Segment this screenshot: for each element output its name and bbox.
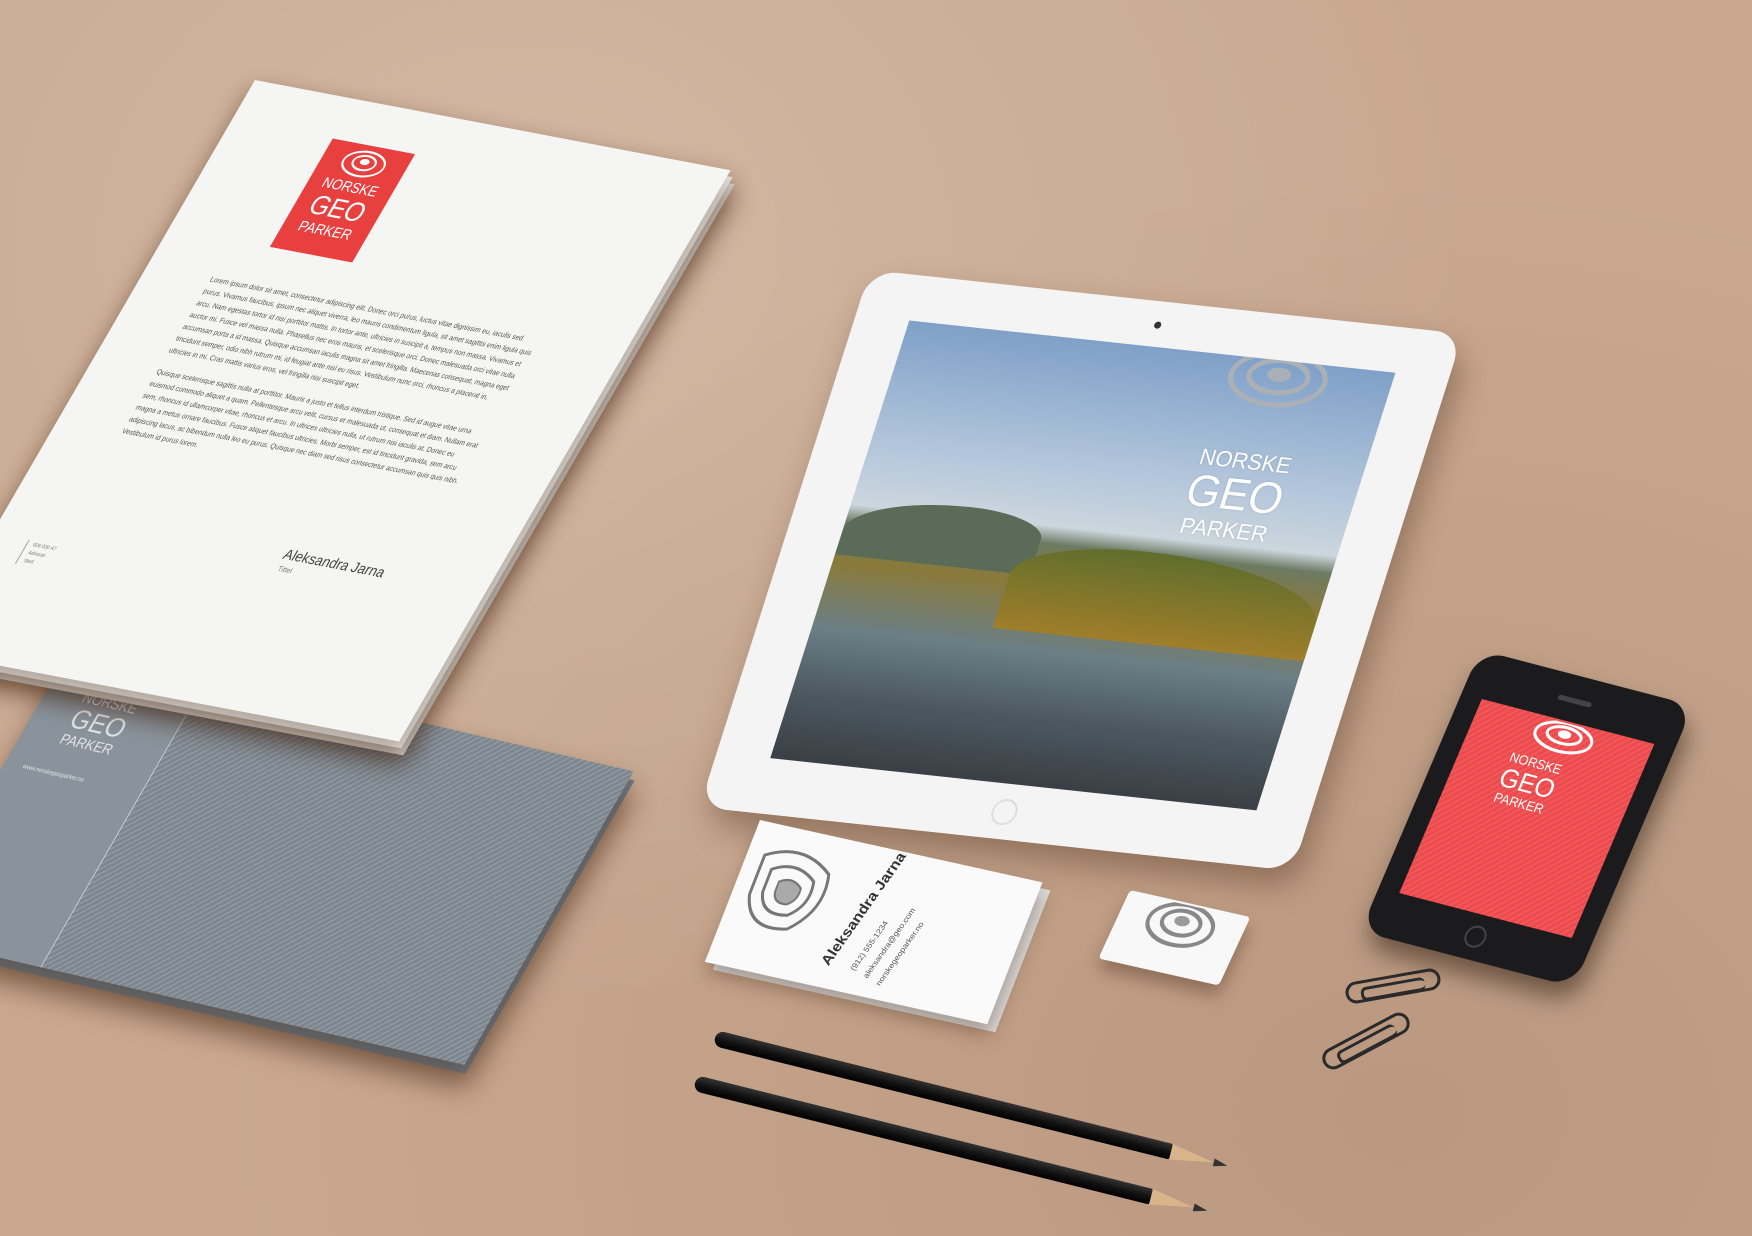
eraser	[1098, 890, 1251, 986]
envelope-url: www.norskegeoparker.no	[21, 764, 86, 784]
pencil-lead	[1192, 1203, 1209, 1215]
phone-screen: NORSKE GEO PARKER	[1399, 698, 1655, 939]
phone-speaker	[1556, 694, 1593, 708]
pencil-tip	[1169, 1143, 1216, 1171]
letter-signature: Aleksandra Jarna	[280, 545, 390, 581]
tablet-brand-logo: NORSKE GEO PARKER	[1173, 444, 1297, 547]
letter-sheet: NORSKE GEO PARKER Lorem ipsum dolor sit …	[0, 80, 731, 742]
landscape-forest	[992, 538, 1333, 662]
letter-brand-logo: NORSKE GEO PARKER	[269, 138, 416, 263]
tablet-camera	[1153, 321, 1163, 329]
topographic-logo-icon	[1227, 354, 1328, 408]
paper-clip-upper	[1343, 966, 1443, 1006]
business-card: Aleksandra Jarna (912) 555-1234 aleksand…	[704, 820, 1043, 1025]
smartphone-device: NORSKE GEO PARKER	[1360, 650, 1694, 988]
paper-clip-lower	[1318, 1008, 1414, 1074]
topographic-logo-icon	[1145, 902, 1216, 948]
tablet-home-button	[987, 797, 1022, 827]
phone-home-button	[1460, 923, 1491, 950]
landscape-hill	[835, 494, 1049, 576]
topographic-logo-icon	[747, 850, 831, 931]
letter-signature-title: Tittel	[275, 565, 294, 576]
tablet-screen: NORSKE GEO PARKER	[770, 320, 1396, 811]
phone-brand-logo: NORSKE GEO PARKER	[1489, 749, 1565, 817]
letter-footer: 926 030 47 Adresse Sted	[14, 539, 58, 570]
pencil-tip	[1149, 1188, 1196, 1216]
letter-body: Lorem ipsum dolor sit amet, consectetur …	[113, 274, 543, 510]
pencil-lead	[1212, 1158, 1229, 1170]
